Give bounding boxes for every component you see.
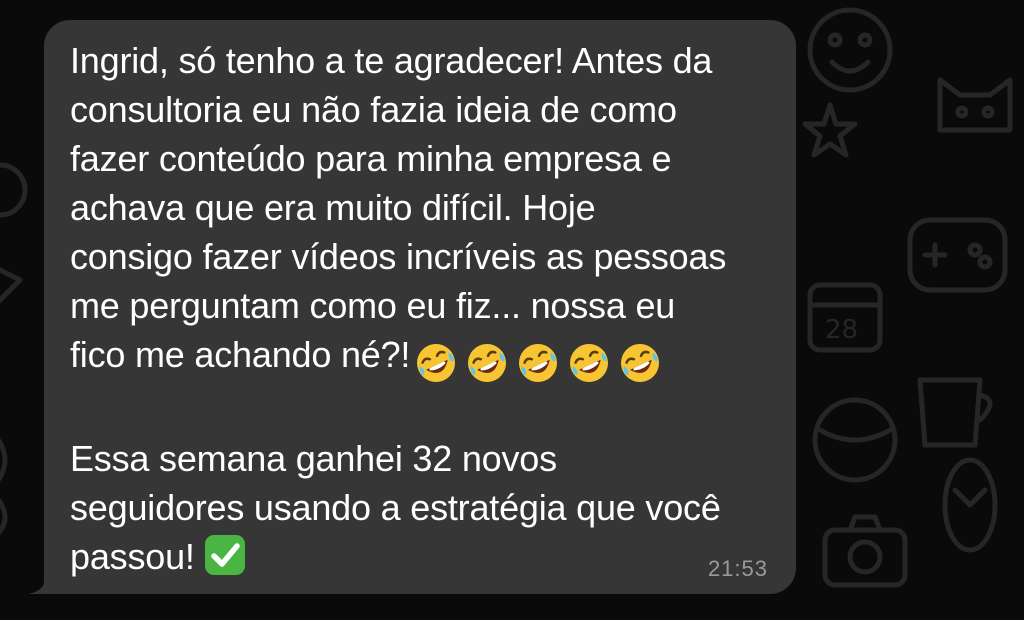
message-bubble[interactable]: Ingrid, só tenho a te agradecer! Antes d… [28,20,796,594]
message-paragraph-2: Essa semana ganhei 32 novos seguidores u… [70,438,721,578]
ball-doodle-icon [812,397,898,483]
mug-doodle-icon [917,377,993,448]
laughing-emoji-row [414,336,669,385]
smiley-doodle-icon [807,7,893,93]
rolling-laughing-emoji-icon [417,344,456,383]
sandal-doodle-icon [942,457,998,553]
calendar-doodle-icon: 28 [807,282,883,353]
message-timestamp: 21:53 [707,556,768,581]
star-doodle-icon [802,102,858,158]
rolling-laughing-emoji-icon [519,344,558,383]
gamepad-doodle-icon [907,217,1008,293]
message-paragraph-1: Ingrid, só tenho a te agradecer! Antes d… [70,40,727,375]
camera-doodle-icon [822,514,908,588]
svg-text:28: 28 [825,315,858,345]
rolling-laughing-emoji-icon [621,344,660,383]
rolling-laughing-emoji-icon [570,344,609,383]
cat-doodle-icon [937,77,1013,133]
check-mark-emoji-icon [204,535,245,576]
rolling-laughing-emoji-icon [468,344,507,383]
message-text: Ingrid, só tenho a te agradecer! Antes d… [70,36,782,581]
